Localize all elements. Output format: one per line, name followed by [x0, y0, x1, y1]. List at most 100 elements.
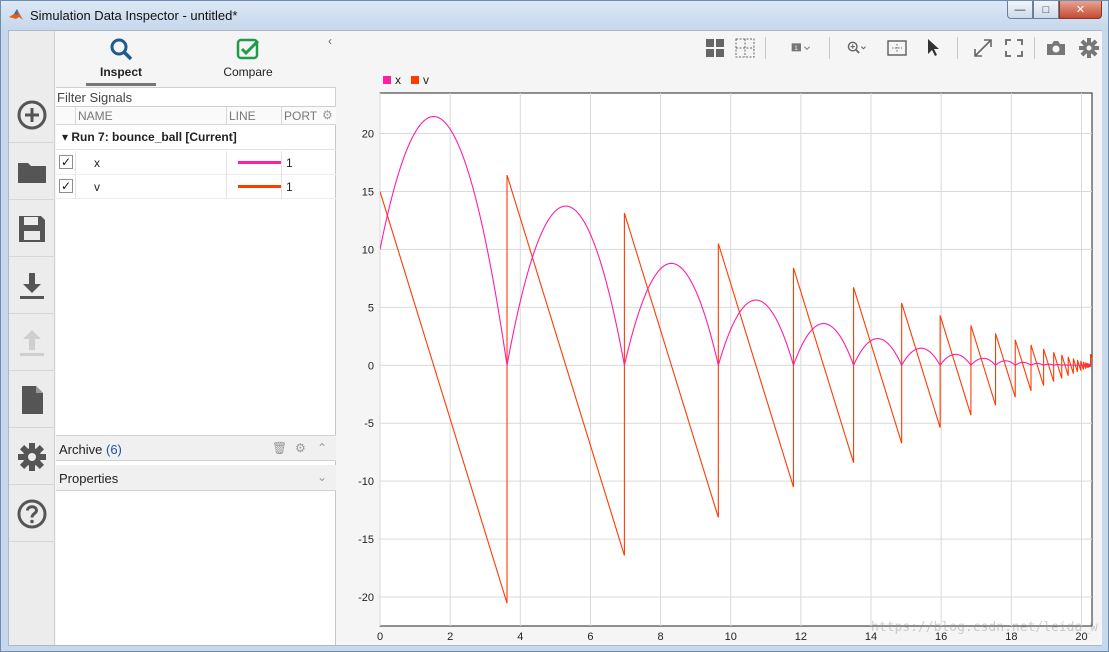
- pointer-icon: [928, 39, 939, 56]
- tab-compare[interactable]: Compare: [208, 35, 288, 83]
- tab-inspect[interactable]: Inspect: [81, 35, 161, 86]
- matlab-logo-icon: [9, 9, 23, 20]
- subplot-icon: [735, 38, 755, 58]
- y-tick-label: 0: [368, 360, 374, 372]
- signal-v-port: 1: [286, 180, 293, 194]
- window-title: Simulation Data Inspector - untitled*: [30, 7, 238, 23]
- column-name[interactable]: NAME: [78, 109, 113, 123]
- close-icon: ✕: [1075, 4, 1086, 16]
- pointer-button[interactable]: [921, 36, 945, 60]
- minimize-button[interactable]: —: [1007, 1, 1033, 19]
- plot-toolbar: 1: [337, 31, 1102, 65]
- x-tick-label: 8: [658, 631, 664, 643]
- column-port[interactable]: PORT: [284, 109, 317, 123]
- save-icon: [19, 215, 45, 242]
- help-button[interactable]: [9, 486, 55, 542]
- export-icon: [20, 329, 44, 356]
- plot-axes-box: [379, 92, 1093, 627]
- preferences-button[interactable]: [9, 429, 55, 485]
- export-button[interactable]: [9, 315, 55, 371]
- camera-icon: [1047, 41, 1065, 55]
- signal-plot[interactable]: 0 2 4 6 8 10 12 14 16 18 20-20-15-10-505101520: [337, 85, 1102, 645]
- y-tick-label: -20: [358, 592, 374, 604]
- add-icon: [17, 100, 47, 129]
- signal-table-header: NAME LINE PORT ⚙: [56, 107, 336, 125]
- x-tick-label: 0: [377, 631, 383, 643]
- archive-settings-icon[interactable]: ⚙: [295, 441, 306, 455]
- cursors-button[interactable]: 1: [783, 36, 819, 60]
- expand-run-icon[interactable]: ▾: [62, 130, 68, 144]
- properties-chevron-down-icon[interactable]: ⌄: [317, 470, 327, 484]
- tab-inspect-label: Inspect: [99, 65, 142, 79]
- watermark-text: https://blog.csdn.net/leida_w: [871, 620, 1098, 635]
- signal-x-line-swatch[interactable]: [238, 161, 282, 164]
- zoom-button[interactable]: [841, 36, 873, 60]
- run-label: Run 7: bounce_ball [Current]: [71, 130, 237, 144]
- title-bar: Simulation Data Inspector - untitled* — …: [1, 1, 1108, 29]
- filter-signals-input[interactable]: Filter Signals: [56, 87, 336, 107]
- subplot-button[interactable]: [733, 36, 757, 60]
- fullscreen-button[interactable]: [1002, 36, 1026, 60]
- close-button[interactable]: ✕: [1059, 1, 1102, 19]
- expand-icon: [974, 39, 992, 57]
- zoom-in-icon: [847, 41, 866, 54]
- y-tick-label: -5: [364, 418, 374, 430]
- trash-icon[interactable]: 🗑: [272, 441, 287, 455]
- fit-to-view-button[interactable]: [885, 36, 909, 60]
- import-button[interactable]: [9, 258, 55, 314]
- folder-icon: [18, 162, 46, 183]
- properties-section-header[interactable]: Properties ⌄: [56, 465, 336, 491]
- layout-grid-icon: [706, 39, 724, 57]
- column-line[interactable]: LINE: [229, 109, 256, 123]
- x-tick-label: 2: [447, 631, 453, 643]
- signal-x-checkbox[interactable]: ✓: [59, 155, 73, 169]
- left-rail: [9, 31, 55, 645]
- archive-section-header[interactable]: Archive (6) 🗑 ⚙ ⌃: [56, 435, 336, 461]
- column-settings-icon[interactable]: ⚙: [322, 108, 333, 122]
- y-tick-label: 5: [368, 302, 374, 314]
- open-button[interactable]: [9, 144, 55, 200]
- legend-swatch-v: [411, 76, 419, 84]
- x-tick-label: 4: [517, 631, 523, 643]
- x-tick-label: 10: [725, 631, 737, 643]
- cursors-icon: 1: [791, 43, 811, 52]
- x-tick-label: 6: [587, 631, 593, 643]
- view-tabs: Inspect Compare ‹: [56, 31, 336, 87]
- expand-button[interactable]: [971, 36, 995, 60]
- new-button[interactable]: [9, 87, 55, 143]
- compare-check-icon: [236, 38, 260, 60]
- signal-v-name: v: [94, 180, 100, 194]
- signal-v-checkbox[interactable]: ✓: [59, 179, 73, 193]
- report-icon: [22, 385, 43, 414]
- plot-settings-button[interactable]: [1077, 36, 1101, 60]
- properties-label: Properties: [59, 471, 119, 486]
- archive-label: Archive: [59, 442, 103, 457]
- signals-panel: Inspect Compare ‹ Filter Signals NAME LI…: [56, 31, 336, 645]
- save-button[interactable]: [9, 201, 55, 257]
- y-tick-label: -15: [358, 534, 374, 546]
- app-client-area: Inspect Compare ‹ Filter Signals NAME LI…: [8, 30, 1102, 646]
- signal-row-v[interactable]: ✓ v 1: [56, 175, 336, 199]
- help-icon: [17, 499, 47, 528]
- magnifier-icon: [110, 38, 133, 61]
- snapshot-button[interactable]: [1044, 36, 1068, 60]
- signal-x-name: x: [94, 156, 100, 170]
- signal-row-x[interactable]: ✓ x 1: [56, 151, 336, 175]
- settings-icon: [18, 442, 46, 471]
- x-tick-label: 12: [795, 631, 807, 643]
- minimize-icon: —: [1014, 3, 1026, 16]
- run-row[interactable]: ▾ Run 7: bounce_ball [Current]: [56, 126, 336, 150]
- maximize-button[interactable]: □: [1033, 1, 1059, 19]
- layout-button[interactable]: [703, 36, 727, 60]
- signal-v-line-swatch[interactable]: [238, 185, 282, 188]
- collapse-panel-icon[interactable]: ‹: [328, 34, 332, 48]
- archive-count: (6): [105, 442, 122, 457]
- archive-chevron-up-icon[interactable]: ⌃: [317, 441, 327, 455]
- y-tick-label: 20: [362, 129, 374, 141]
- app-window: Simulation Data Inspector - untitled* — …: [0, 0, 1109, 652]
- y-tick-label: 15: [362, 186, 374, 198]
- tab-compare-label: Compare: [223, 65, 273, 79]
- settings-icon: [1079, 38, 1099, 58]
- report-button[interactable]: [9, 372, 55, 428]
- import-icon: [20, 272, 44, 299]
